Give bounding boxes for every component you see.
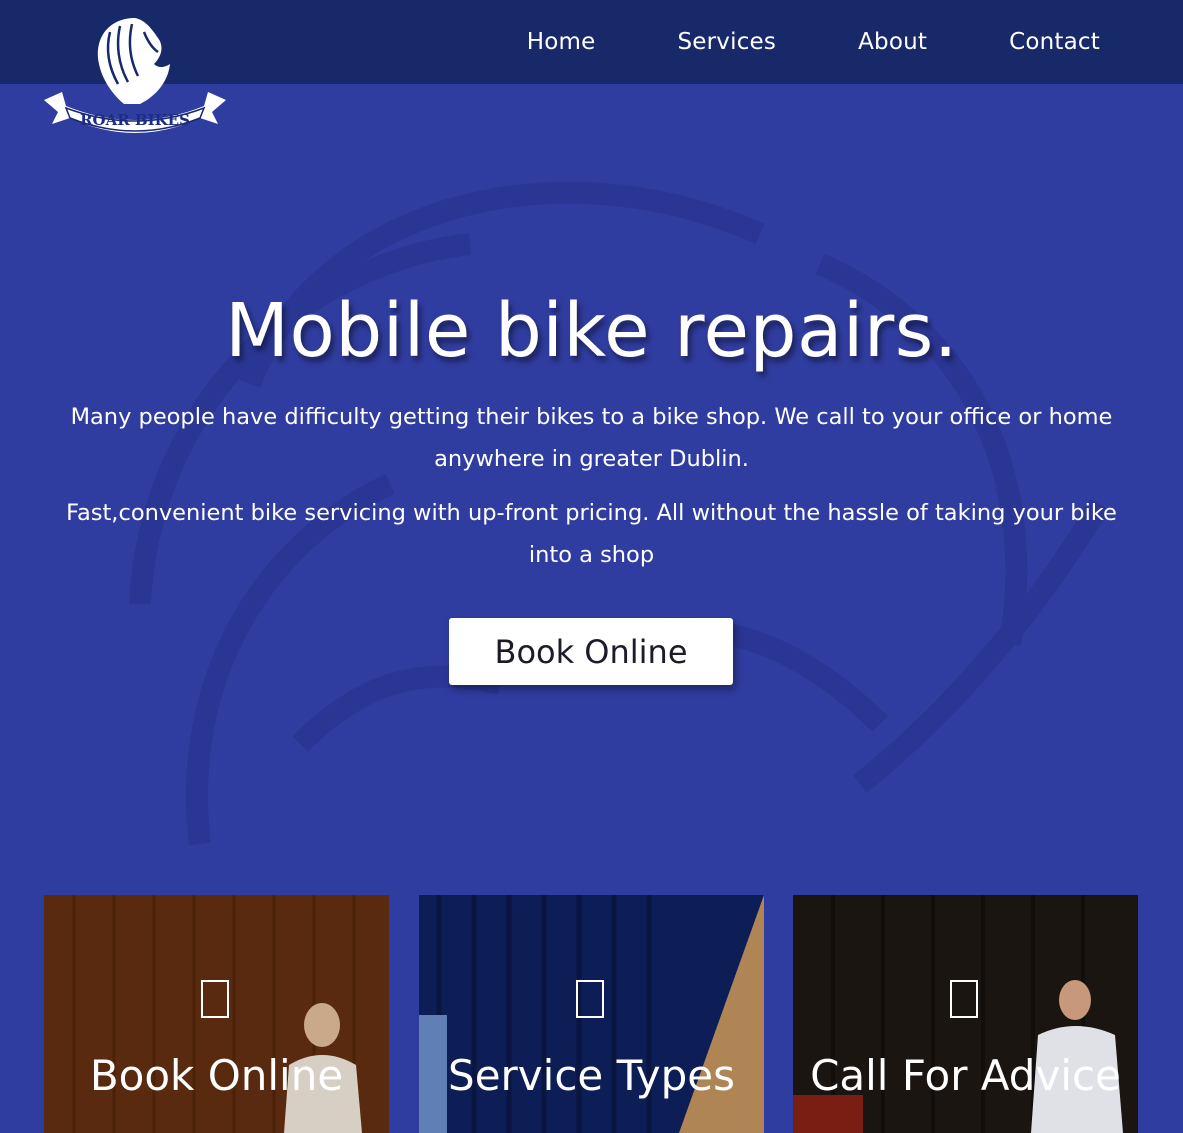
roar-bikes-logo[interactable]: ROAR BIKES [40,12,230,142]
hero-paragraph-2: Fast,convenient bike servicing with up-f… [66,500,1117,568]
card-title-call-for-advice: Call For Advice [810,1051,1121,1100]
book-online-button[interactable]: Book Online [449,618,733,685]
hero-title: Mobile bike repairs. [225,288,958,374]
nav-services-link[interactable]: Services [678,29,777,55]
document-icon [575,980,604,1018]
nav-about-link[interactable]: About [858,29,927,55]
logo-text: ROAR BIKES [80,111,190,129]
card-title-service-types: Service Types [448,1051,735,1100]
calendar-icon [200,980,229,1018]
book-online-card[interactable]: Book Online [44,895,389,1133]
main-nav: Home Services About Contact [527,0,1183,84]
card-title-book-online: Book Online [89,1051,344,1100]
nav-home-link[interactable]: Home [527,29,596,55]
lion-watermark-icon [129,181,1110,846]
service-types-card[interactable]: Service Types [419,895,764,1133]
phone-icon [949,980,978,1018]
nav-contact-link[interactable]: Contact [1009,29,1100,55]
call-for-advice-card[interactable]: Call For Advice [793,895,1138,1133]
hero-paragraph-1: Many people have difficulty getting thei… [70,404,1113,472]
